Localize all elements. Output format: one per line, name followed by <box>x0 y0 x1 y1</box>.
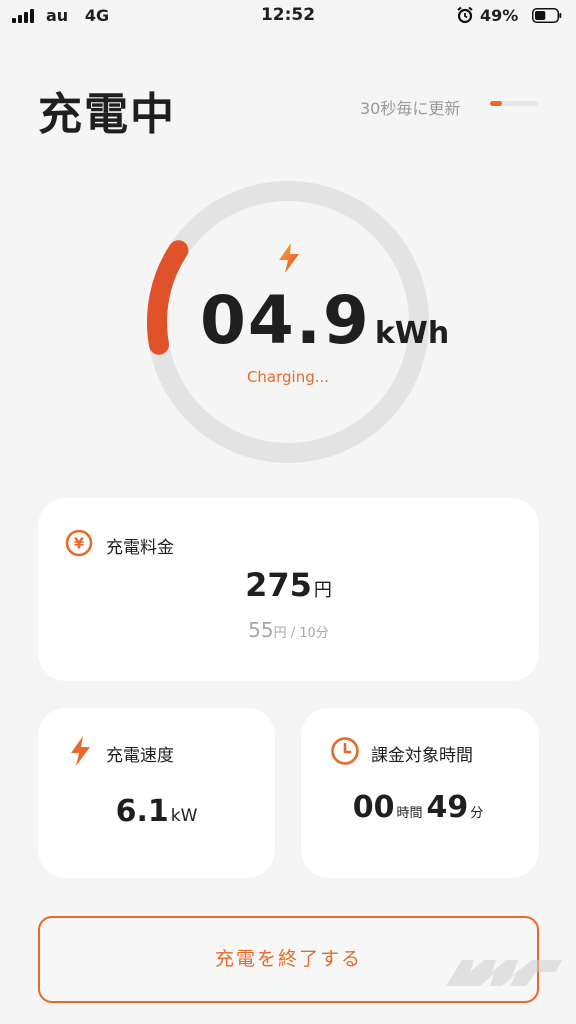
energy-readout: 04.9 kWh <box>200 282 449 359</box>
svg-text:¥: ¥ <box>74 535 85 553</box>
fee-rate-value: 55 <box>248 618 274 642</box>
billing-minutes: 49 <box>426 790 469 825</box>
energy-unit: kWh <box>374 316 450 351</box>
battery-icon <box>532 8 562 23</box>
update-progress-fill <box>490 101 502 106</box>
fee-amount: 275 <box>245 566 312 604</box>
billing-hours: 00 <box>352 790 395 825</box>
fee-rate: 55円 / 10分 <box>38 618 539 642</box>
speed-readout: 6.1 kW <box>38 794 275 829</box>
clock-icon <box>331 737 359 765</box>
yen-icon: ¥ <box>65 529 93 557</box>
billing-time-readout: 00 時間 49 分 <box>301 790 539 825</box>
speed-label: 充電速度 <box>106 746 174 766</box>
lightning-icon <box>71 736 90 766</box>
billing-time-label: 課金対象時間 <box>371 746 473 766</box>
billing-minutes-unit: 分 <box>470 806 484 821</box>
watermark-logo <box>446 960 562 986</box>
fee-label: 充電料金 <box>106 538 174 558</box>
speed-value: 6.1 <box>115 794 169 829</box>
lightning-bolt-icon <box>279 243 299 273</box>
energy-value: 04.9 <box>200 282 371 359</box>
fee-amount-unit: 円 <box>313 580 332 601</box>
billing-hours-unit: 時間 <box>396 806 423 821</box>
fee-rate-unit: 円 / 10分 <box>273 626 329 641</box>
page-title: 充電中 <box>38 89 176 140</box>
speed-unit: kW <box>170 806 198 826</box>
speed-card <box>38 708 275 878</box>
charging-status: Charging... <box>246 368 330 386</box>
fee-total: 275 円 <box>38 566 539 604</box>
update-interval-label: 30秒毎に更新 <box>360 99 461 118</box>
status-bar: au 4G 12:52 49% <box>0 0 576 34</box>
alarm-icon <box>457 6 473 24</box>
battery-percent: 49% <box>480 6 519 25</box>
